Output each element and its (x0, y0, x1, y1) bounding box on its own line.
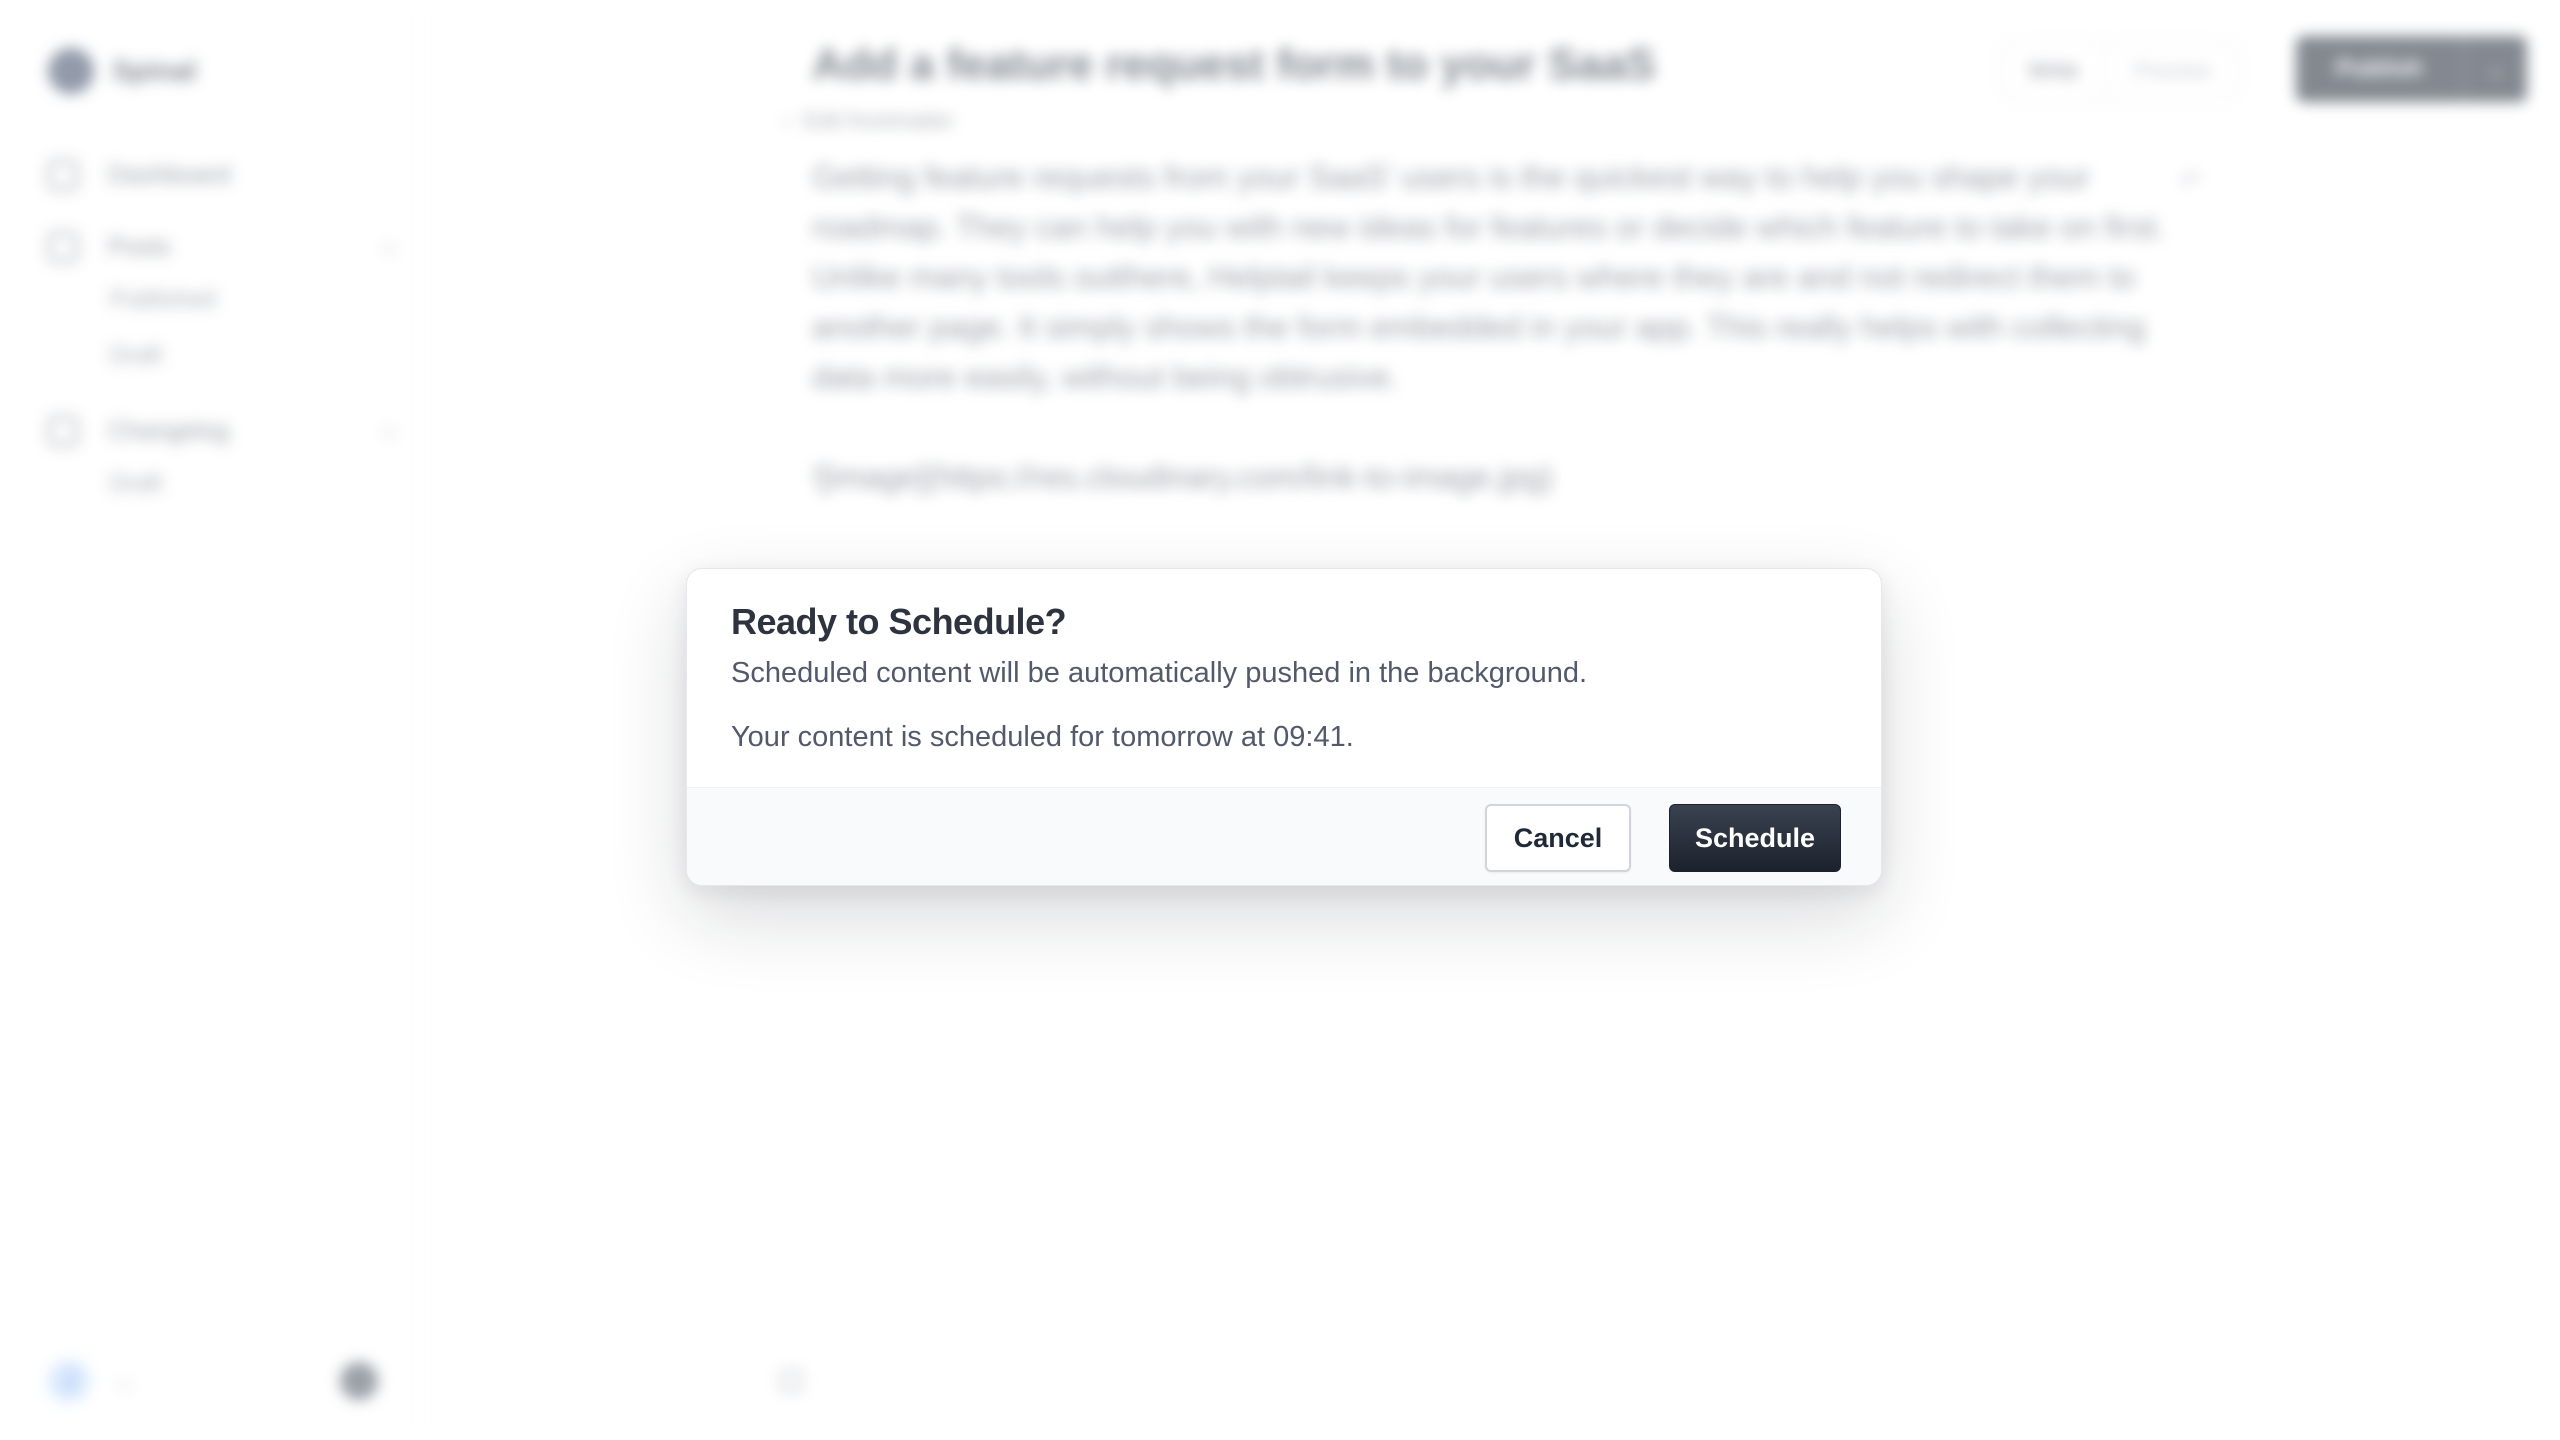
tab-write[interactable]: Write (2002, 44, 2105, 98)
sidebar-subitem-published[interactable]: Published (48, 272, 398, 328)
undo-icon[interactable]: ↶ (2180, 166, 2202, 197)
changelog-icon (48, 416, 78, 446)
sidebar-item-dashboard[interactable]: Dashboard (48, 150, 398, 200)
dialog-description: Scheduled content will be automatically … (731, 657, 1588, 689)
dialog-schedule-info: Your content is scheduled for tomorrow a… (731, 721, 1354, 753)
brand[interactable]: Spinal (48, 48, 196, 94)
publish-button[interactable]: Publish (2296, 36, 2463, 102)
chevron-down-icon[interactable]: ⌄ (380, 232, 398, 258)
editor-mode-tabs: Write Preview (2000, 42, 2240, 100)
frontmatter-toggle[interactable]: › Edit frontmatter (784, 108, 954, 134)
sidebar-subitem-changelog-draft[interactable]: Draft (48, 456, 398, 512)
brand-name: Spinal (112, 55, 197, 86)
brand-logo-icon (48, 48, 94, 94)
home-icon (48, 160, 78, 190)
settings-icon[interactable] (340, 1362, 378, 1400)
sidebar-item-label: Posts (108, 232, 171, 261)
sidebar-item-posts[interactable]: Posts ⌄ (48, 222, 398, 272)
editor-paragraph: ![image](https://res.cloudinary.com/link… (812, 459, 1554, 495)
dialog-title: Ready to Schedule? (731, 601, 1067, 642)
avatar[interactable]: J (48, 1360, 90, 1402)
post-title[interactable]: Add a feature request form to your SaaS (812, 40, 1656, 90)
cancel-button[interactable]: Cancel (1485, 804, 1631, 872)
toolbar-icon[interactable] (780, 1370, 802, 1392)
frontmatter-label: Edit frontmatter (803, 108, 954, 133)
sidebar-subitem-draft[interactable]: Draft (48, 328, 398, 384)
sidebar-nav: Dashboard Posts ⌄ Published Draft Change… (48, 150, 398, 512)
schedule-button[interactable]: Schedule (1669, 804, 1841, 872)
sidebar-item-label: Dashboard (108, 160, 231, 189)
chevron-down-icon[interactable]: ⌄ (380, 416, 398, 442)
publish-button-group: Publish ⌄ (2296, 36, 2527, 102)
schedule-dialog: Ready to Schedule? Scheduled content wil… (686, 568, 1882, 886)
document-icon (48, 232, 78, 262)
tab-preview[interactable]: Preview (2104, 44, 2237, 98)
dialog-footer: Cancel Schedule (687, 787, 1881, 885)
editor-paragraph: Getting feature requests from your SaaS'… (812, 159, 2166, 395)
chevron-down-icon[interactable]: ⌄ (116, 1369, 133, 1394)
sidebar-footer: J ⌄ (48, 1360, 378, 1402)
chevron-right-icon: › (784, 108, 804, 133)
sidebar-item-changelog[interactable]: Changelog ⌄ (48, 406, 398, 456)
editor-body[interactable]: Getting feature requests from your SaaS'… (812, 152, 2172, 552)
chevron-down-icon[interactable]: ⌄ (2462, 36, 2527, 102)
sidebar-item-label: Changelog (108, 416, 229, 445)
sidebar: Spinal Dashboard Posts ⌄ Published Draft… (0, 0, 420, 1440)
